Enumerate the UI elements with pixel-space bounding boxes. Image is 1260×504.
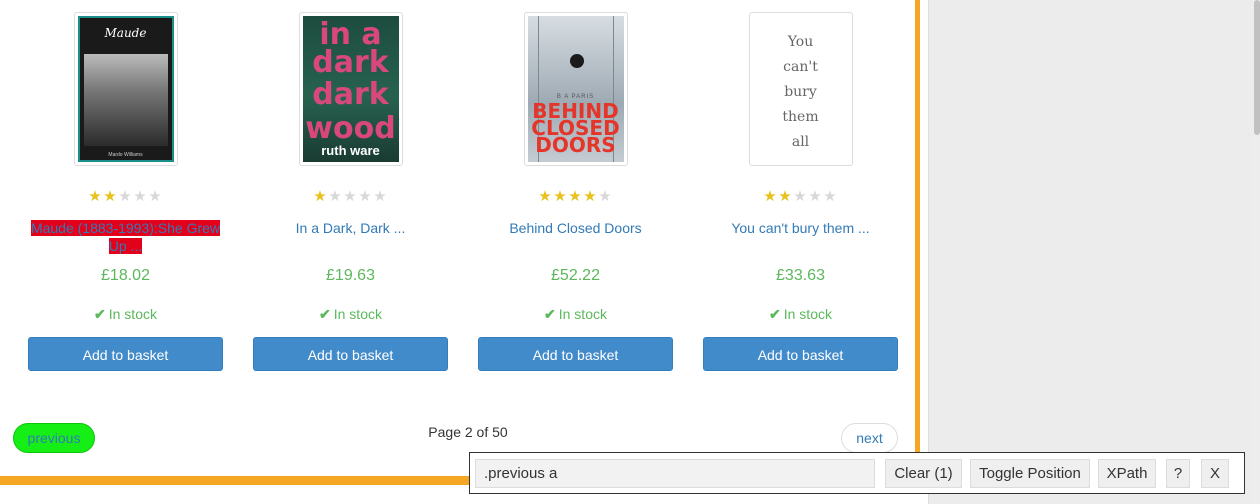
- book-cover-link[interactable]: You can't bury them all: [748, 12, 853, 166]
- product-card: in a dark dark wood ruth ware ★★★★★ In a…: [253, 12, 448, 371]
- check-icon: ✔: [544, 306, 556, 322]
- product-price: £19.63: [326, 267, 375, 284]
- star-icon: ★: [553, 188, 568, 205]
- star-icon: ★: [328, 188, 343, 205]
- star-icon: ★: [808, 188, 823, 205]
- selector-input[interactable]: [475, 459, 875, 488]
- product-title-link[interactable]: In a Dark, Dark ...: [296, 220, 406, 236]
- availability: ✔ In stock: [478, 306, 673, 322]
- product-card: Maude Mardo Williams ★★★★★ Maude (1883-1…: [28, 12, 223, 371]
- star-icon: ★: [103, 188, 118, 205]
- availability: ✔ In stock: [28, 306, 223, 322]
- product-title: Maude (1883-1993):She Grew Up ...: [28, 219, 223, 255]
- next-page-link[interactable]: next: [841, 423, 898, 453]
- product-title-link[interactable]: Maude (1883-1993):She Grew Up ...: [30, 220, 221, 254]
- star-icon: ★: [598, 188, 613, 205]
- book-cover-link[interactable]: Maude Mardo Williams: [73, 12, 178, 166]
- cover-title-text: Maude: [104, 26, 147, 40]
- book-cover-image: in a dark dark wood ruth ware: [302, 16, 399, 162]
- check-icon: ✔: [769, 306, 781, 322]
- star-icon: ★: [778, 188, 793, 205]
- page-indicator: Page 2 of 50: [428, 424, 508, 440]
- star-icon: ★: [763, 188, 778, 205]
- star-rating: ★★★★★: [703, 189, 898, 205]
- add-to-basket-button[interactable]: Add to basket: [28, 337, 223, 371]
- book-cover-link[interactable]: B A PARIS BEHIND CLOSED DOORS: [523, 12, 628, 166]
- star-rating: ★★★★★: [478, 189, 673, 205]
- cover-title-text: BEHIND CLOSED DOORS: [528, 101, 624, 157]
- product-card: You can't bury them all ★★★★★ You can't …: [703, 12, 898, 371]
- cover-title-line: them: [782, 109, 819, 125]
- availability-label: In stock: [558, 306, 607, 322]
- check-icon: ✔: [319, 306, 331, 322]
- cover-photo: [83, 54, 168, 146]
- xpath-button[interactable]: XPath: [1098, 459, 1156, 488]
- help-button[interactable]: ?: [1166, 459, 1190, 488]
- cover-door-knob: [569, 54, 584, 68]
- availability: ✔ In stock: [703, 306, 898, 322]
- toggle-position-button[interactable]: Toggle Position: [970, 459, 1090, 488]
- cover-title-line: bury: [784, 84, 817, 100]
- product-title: You can't bury them ...: [703, 219, 898, 255]
- cover-title-text: wood: [305, 111, 396, 146]
- availability-label: In stock: [333, 306, 382, 322]
- star-icon: ★: [538, 188, 553, 205]
- book-cover-image: Maude Mardo Williams: [77, 16, 174, 162]
- star-icon: ★: [823, 188, 838, 205]
- product-price: £33.63: [776, 267, 825, 284]
- cover-title-line: You: [787, 34, 814, 50]
- product-title: In a Dark, Dark ...: [253, 219, 448, 255]
- star-icon: ★: [88, 188, 103, 205]
- cover-title-text: You can't bury them all: [753, 30, 849, 155]
- clear-button[interactable]: Clear (1): [885, 459, 962, 488]
- star-rating: ★★★★★: [253, 189, 448, 205]
- star-icon: ★: [313, 188, 328, 205]
- highlight-border-right: [915, 0, 920, 485]
- selector-toolbar: Clear (1) Toggle Position XPath ? X: [469, 452, 1245, 494]
- cover-title-text: dark: [312, 45, 389, 80]
- cover-author-text: ruth ware: [321, 143, 380, 158]
- star-icon: ★: [358, 188, 373, 205]
- book-cover-link[interactable]: in a dark dark wood ruth ware: [298, 12, 403, 166]
- scrollbar-thumb[interactable]: [1254, 0, 1260, 135]
- availability-label: In stock: [783, 306, 832, 322]
- cover-title-line: can't: [783, 59, 818, 75]
- add-to-basket-button[interactable]: Add to basket: [478, 337, 673, 371]
- add-to-basket-button[interactable]: Add to basket: [253, 337, 448, 371]
- product-card: B A PARIS BEHIND CLOSED DOORS ★★★★★ Behi…: [478, 12, 673, 371]
- star-icon: ★: [118, 188, 133, 205]
- product-title-link[interactable]: Behind Closed Doors: [509, 220, 641, 236]
- add-to-basket-button[interactable]: Add to basket: [703, 337, 898, 371]
- book-cover-image: You can't bury them all: [752, 16, 849, 162]
- availability-label: In stock: [108, 306, 157, 322]
- previous-page-link[interactable]: previous: [13, 423, 95, 453]
- check-icon: ✔: [94, 306, 106, 322]
- star-icon: ★: [373, 188, 388, 205]
- product-price: £52.22: [551, 267, 600, 284]
- product-title-link[interactable]: You can't bury them ...: [731, 220, 869, 236]
- star-icon: ★: [343, 188, 358, 205]
- product-price: £18.02: [101, 267, 150, 284]
- book-cover-image: B A PARIS BEHIND CLOSED DOORS: [527, 16, 624, 162]
- cover-title-line: all: [791, 134, 810, 150]
- star-icon: ★: [133, 188, 148, 205]
- star-icon: ★: [583, 188, 598, 205]
- cover-title-line: DOORS: [535, 133, 616, 157]
- cover-title-text: dark: [312, 77, 389, 112]
- cover-author-text: Mardo Williams: [108, 152, 143, 158]
- side-panel: [928, 0, 1260, 504]
- star-icon: ★: [148, 188, 163, 205]
- availability: ✔ In stock: [253, 306, 448, 322]
- star-icon: ★: [793, 188, 808, 205]
- star-rating: ★★★★★: [28, 189, 223, 205]
- product-title: Behind Closed Doors: [478, 219, 673, 255]
- star-icon: ★: [568, 188, 583, 205]
- product-listing: Maude Mardo Williams ★★★★★ Maude (1883-1…: [0, 0, 915, 476]
- close-button[interactable]: X: [1201, 459, 1229, 488]
